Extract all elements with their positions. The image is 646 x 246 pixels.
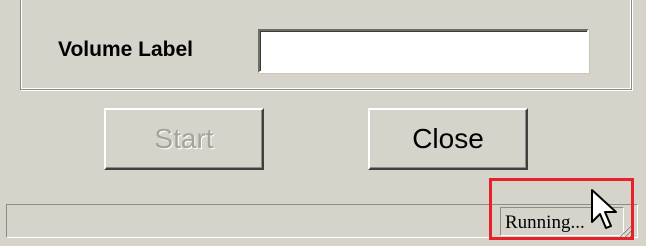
volume-label-text: Volume Label: [58, 38, 193, 61]
arrow-cursor-icon: [591, 189, 617, 229]
volume-label-input[interactable]: [258, 29, 589, 73]
close-button[interactable]: Close: [368, 108, 528, 170]
start-button: Start: [104, 108, 264, 170]
